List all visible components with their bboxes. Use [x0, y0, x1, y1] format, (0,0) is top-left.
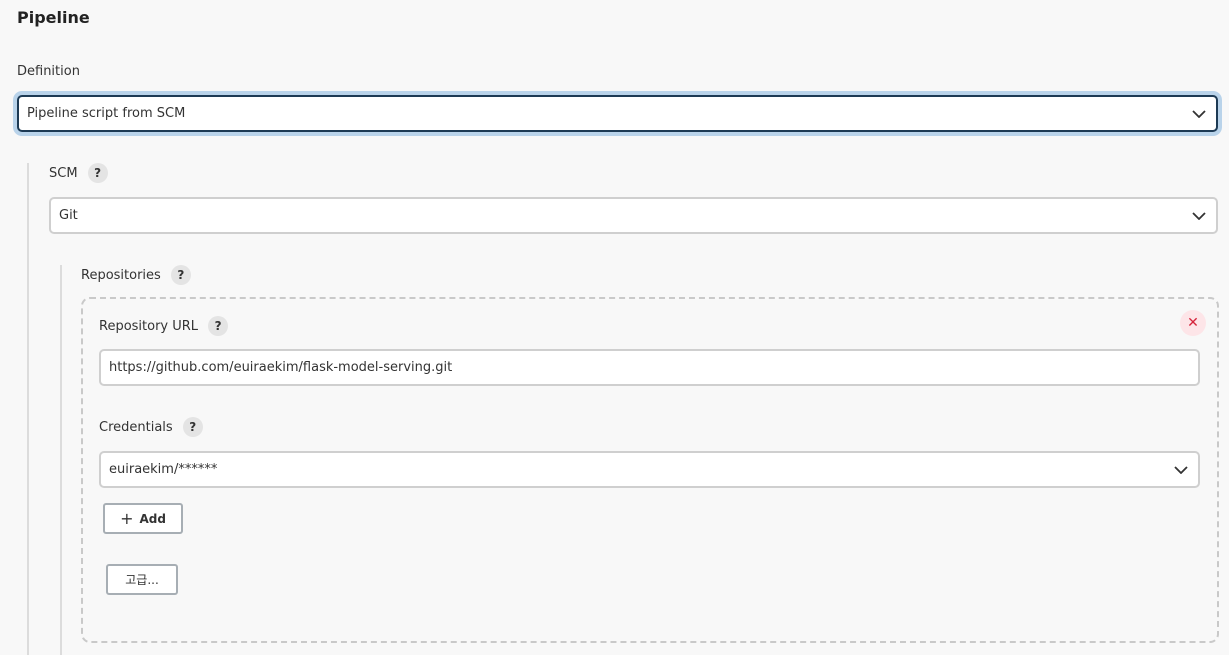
repository-url-help-icon[interactable]: ?	[208, 316, 229, 336]
add-credentials-button[interactable]: + Add	[103, 503, 183, 534]
definition-label: Definition	[17, 64, 80, 79]
repositories-label: Repositories ?	[81, 265, 191, 285]
scm-label-text: SCM	[49, 165, 78, 181]
chevron-down-icon	[1192, 211, 1206, 220]
repositories-indent-line	[60, 265, 62, 655]
chevron-down-icon	[1192, 109, 1206, 118]
credentials-select-value: euiraekim/******	[109, 462, 218, 477]
repository-url-label-text: Repository URL	[99, 318, 199, 334]
remove-repository-button[interactable]: ✕	[1180, 310, 1206, 336]
scm-select[interactable]: Git	[49, 197, 1218, 234]
advanced-button-label: 고급...	[125, 573, 159, 587]
scm-help-icon[interactable]: ?	[87, 163, 108, 183]
repository-url-label: Repository URL ?	[99, 316, 229, 336]
scm-select-value: Git	[59, 208, 78, 223]
chevron-down-icon	[1174, 465, 1188, 474]
credentials-select[interactable]: euiraekim/******	[99, 451, 1200, 488]
add-button-label: Add	[139, 511, 166, 526]
close-icon: ✕	[1187, 315, 1199, 331]
repositories-label-text: Repositories	[81, 267, 161, 283]
section-title: Pipeline	[17, 8, 90, 27]
advanced-button[interactable]: 고급...	[106, 564, 178, 595]
repositories-help-icon[interactable]: ?	[170, 265, 191, 285]
definition-select-value: Pipeline script from SCM	[27, 106, 186, 121]
definition-select[interactable]: Pipeline script from SCM	[17, 95, 1218, 132]
plus-icon: +	[120, 508, 134, 528]
repository-url-input[interactable]: https://github.com/euiraekim/flask-model…	[99, 349, 1200, 386]
credentials-help-icon[interactable]: ?	[182, 417, 203, 437]
scm-label: SCM ?	[49, 163, 108, 183]
definition-label-text: Definition	[17, 64, 80, 79]
credentials-label: Credentials ?	[99, 417, 203, 437]
credentials-label-text: Credentials	[99, 419, 173, 435]
scm-indent-line	[27, 163, 29, 655]
repository-url-value: https://github.com/euiraekim/flask-model…	[109, 360, 453, 375]
